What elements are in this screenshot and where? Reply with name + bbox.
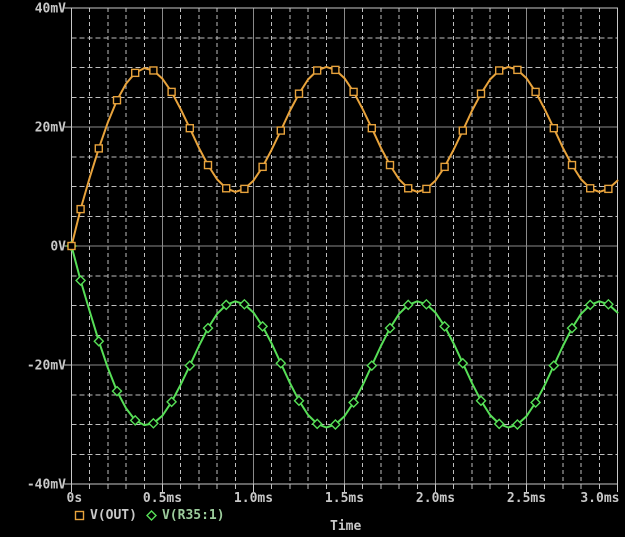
marker-diamond-vr35-1: [275, 357, 287, 369]
marker-square-vout: [440, 162, 449, 172]
y-tick-label: 40mV: [35, 2, 66, 17]
legend-label-vout: V(OUT): [90, 508, 137, 523]
marker-diamond-vr35-1: [548, 360, 560, 372]
x-tick-label: 1.5ms: [325, 491, 364, 506]
marker-diamond-vr35-1: [366, 360, 378, 372]
x-tick-label: 2.5ms: [507, 491, 546, 506]
square-marker-icon: [74, 510, 85, 521]
marker-square-vout: [185, 123, 195, 133]
marker-square-vout: [67, 241, 76, 251]
marker-square-vout: [331, 65, 340, 75]
marker-diamond-vr35-1: [93, 335, 105, 347]
legend-item-vout[interactable]: V(OUT): [74, 508, 137, 523]
legend-label-vr35-1: V(R35:1): [161, 508, 225, 523]
marker-square-vout: [604, 184, 613, 194]
x-tick-label: 3.0ms: [580, 491, 619, 506]
marker-square-vout: [313, 66, 322, 75]
marker-square-vout: [586, 184, 595, 193]
y-tick-label: -40mV: [27, 478, 66, 493]
marker-square-vout: [240, 184, 249, 194]
x-tick-label: 0.5ms: [143, 491, 182, 506]
marker-square-vout: [367, 123, 376, 133]
legend-item-vr35-1[interactable]: V(R35:1): [145, 508, 225, 523]
diamond-marker-icon: [145, 510, 157, 521]
marker-square-vout: [567, 160, 577, 170]
x-tick-label: 0s: [67, 491, 83, 506]
marker-square-vout: [458, 126, 467, 135]
trace-legend: V(OUT) V(R35:1): [74, 508, 225, 523]
marker-square-vout: [294, 89, 304, 98]
marker-square-vout: [513, 65, 522, 75]
marker-square-vout: [94, 144, 104, 153]
marker-square-vout: [531, 87, 540, 97]
marker-square-vout: [349, 87, 358, 97]
marker-square-vout: [258, 162, 267, 172]
marker-square-vout: [167, 87, 176, 97]
marker-square-vout: [404, 184, 413, 193]
x-tick-label: 2.0ms: [416, 491, 455, 506]
marker-square-vout: [476, 89, 486, 98]
marker-diamond-vr35-1: [184, 360, 196, 372]
y-tick-label: -20mV: [27, 359, 66, 374]
x-axis-title: Time: [330, 519, 362, 534]
marker-diamond-vr35-1: [75, 275, 87, 286]
marker-square-vout: [495, 66, 504, 75]
marker-square-vout: [422, 184, 431, 194]
marker-square-vout: [549, 123, 558, 133]
marker-square-vout: [203, 160, 213, 170]
waveform-chart: 40mV 20mV 0V -20mV -40mV0s 0.5ms 1.0ms 1.5ms 2.0…: [27, 2, 620, 507]
marker-square-vout: [221, 184, 231, 193]
probe-plot-window: 40mV 20mV 0V -20mV -40mV 0s 0.5ms 1.0ms 1.5ms 2.0…: [0, 0, 625, 537]
marker-square-vout: [112, 96, 122, 105]
marker-square-vout: [130, 68, 140, 78]
marker-diamond-vr35-1: [457, 357, 469, 369]
marker-square-vout: [276, 126, 285, 135]
marker-square-vout: [149, 66, 158, 75]
y-tick-label: 0V: [50, 240, 66, 255]
y-tick-label: 20mV: [35, 121, 66, 136]
marker-square-vout: [385, 160, 395, 170]
x-tick-label: 1.0ms: [234, 491, 273, 506]
marker-square-vout: [76, 204, 85, 214]
